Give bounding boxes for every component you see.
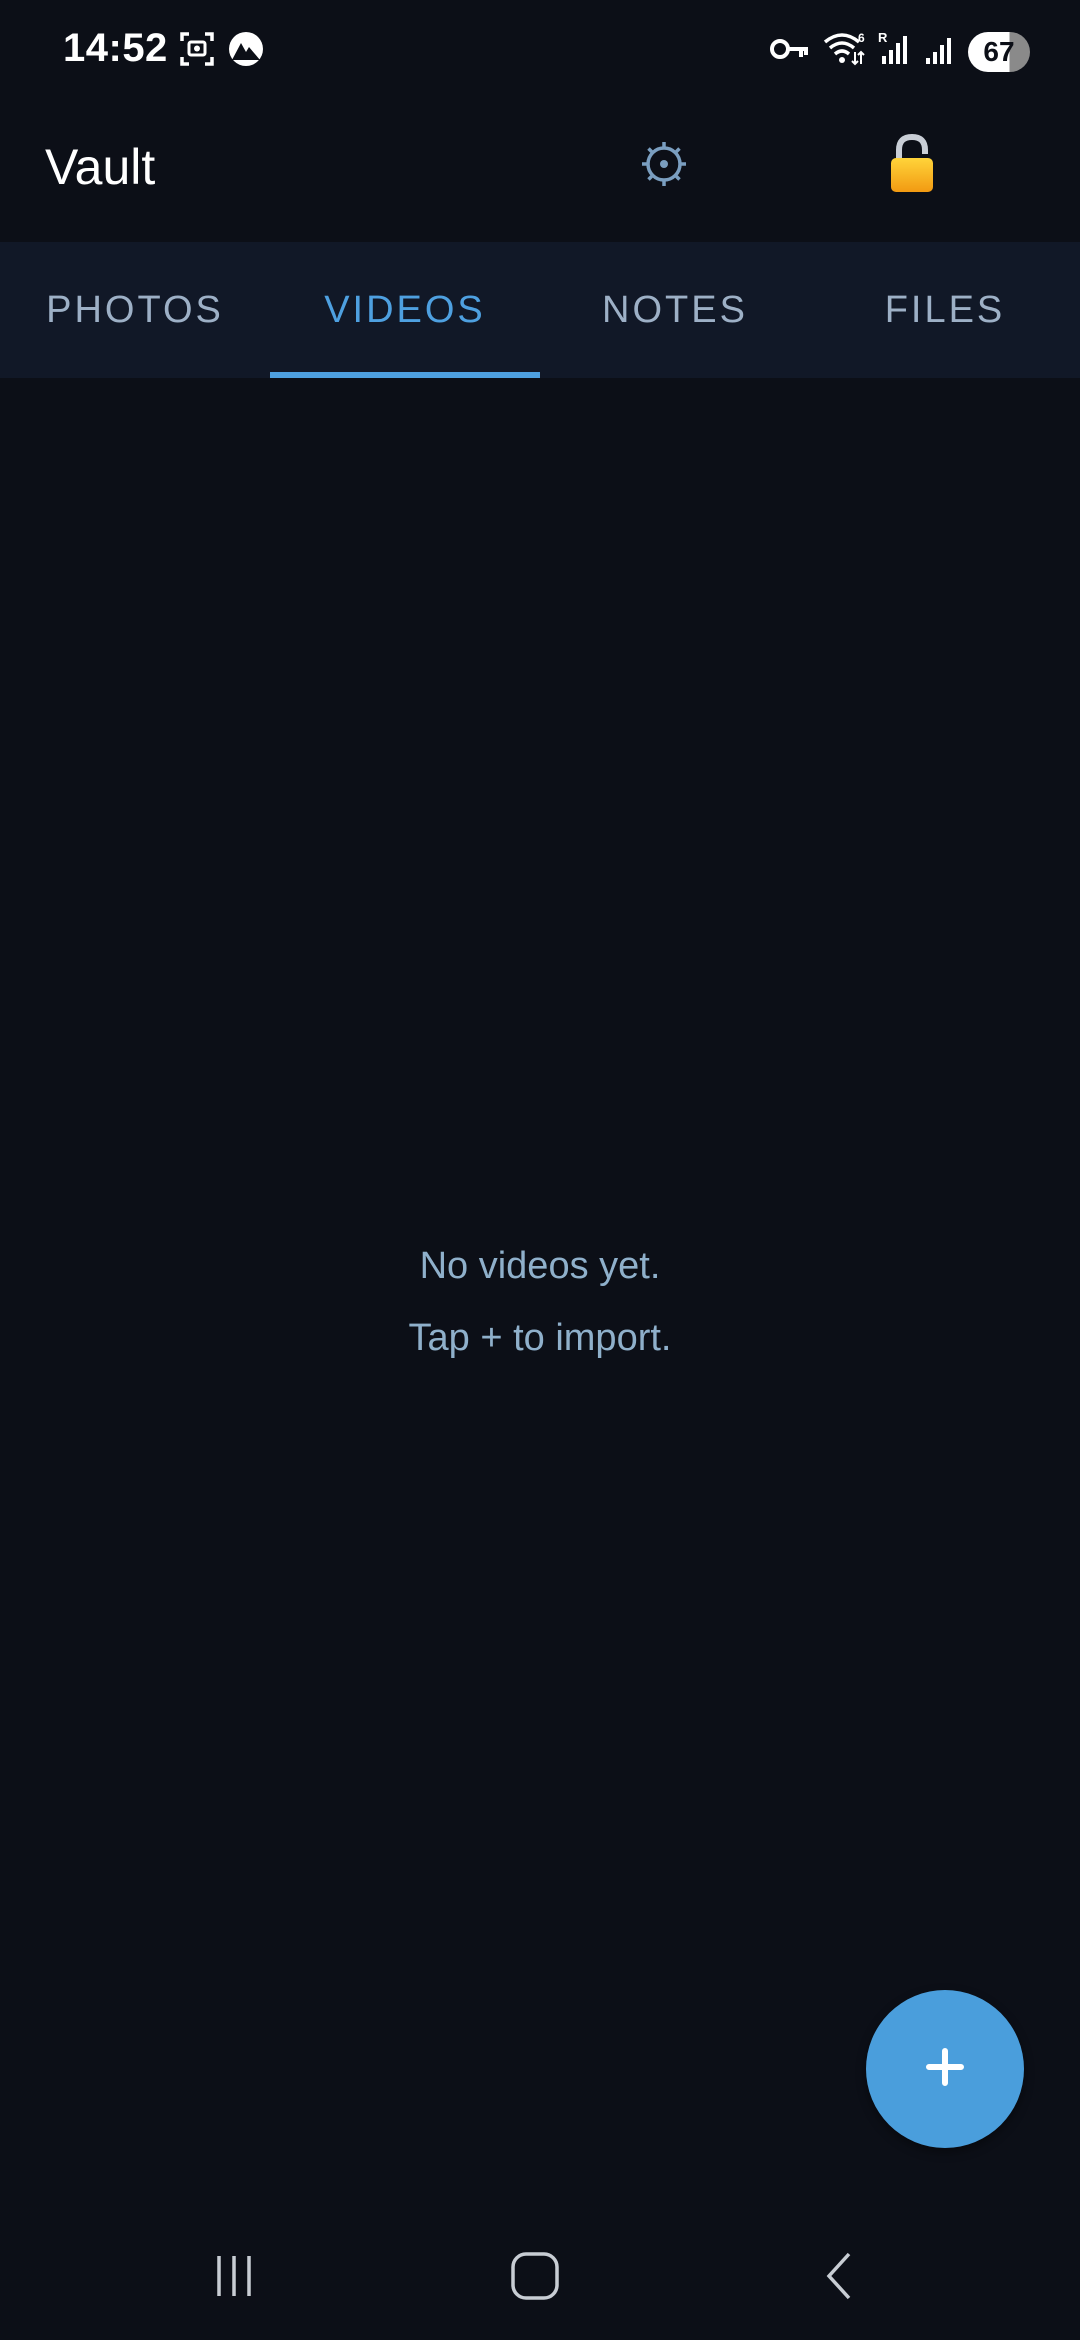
svg-text:R: R [878, 30, 888, 45]
recents-icon [209, 2251, 259, 2306]
tab-notes[interactable]: NOTES [540, 242, 810, 378]
svg-text:6: 6 [858, 31, 865, 45]
plus-icon [923, 2045, 967, 2094]
add-button[interactable] [866, 1990, 1024, 2148]
recents-button[interactable] [194, 2238, 274, 2318]
wifi-icon: 6 [822, 30, 866, 73]
settings-icon [640, 140, 688, 193]
battery-icon: 67 [968, 31, 1030, 72]
tab-photos[interactable]: PHOTOS [0, 242, 270, 378]
vpn-key-icon [770, 37, 810, 66]
signal-icon [924, 30, 956, 73]
navigation-bar [0, 2210, 1080, 2340]
status-left-icons [178, 30, 266, 73]
empty-state: No videos yet. Tap + to import. [0, 1230, 1080, 1374]
tab-files[interactable]: FILES [810, 242, 1080, 378]
status-bar: 14:52 6 R 67 [0, 0, 1080, 100]
app-title: Vault [45, 139, 156, 195]
screenshot-icon [178, 30, 216, 73]
status-right-icons: 6 R 67 [770, 30, 1030, 73]
tab-bar: PHOTOS VIDEOS NOTES FILES [0, 242, 1080, 378]
home-icon [508, 2249, 562, 2308]
lock-button[interactable] [880, 130, 944, 202]
back-icon [815, 2249, 865, 2308]
settings-button[interactable] [634, 136, 694, 196]
status-time: 14:52 [63, 26, 168, 70]
lock-icon [887, 133, 937, 199]
empty-state-title: No videos yet. [419, 1245, 661, 1287]
empty-state-hint: Tap + to import. [408, 1317, 672, 1359]
tab-videos[interactable]: VIDEOS [270, 242, 540, 378]
signal-roaming-icon: R [878, 30, 912, 73]
home-button[interactable] [495, 2238, 575, 2318]
back-button[interactable] [800, 2238, 880, 2318]
nordvpn-icon [226, 30, 266, 73]
app-bar: Vault [0, 100, 1080, 242]
